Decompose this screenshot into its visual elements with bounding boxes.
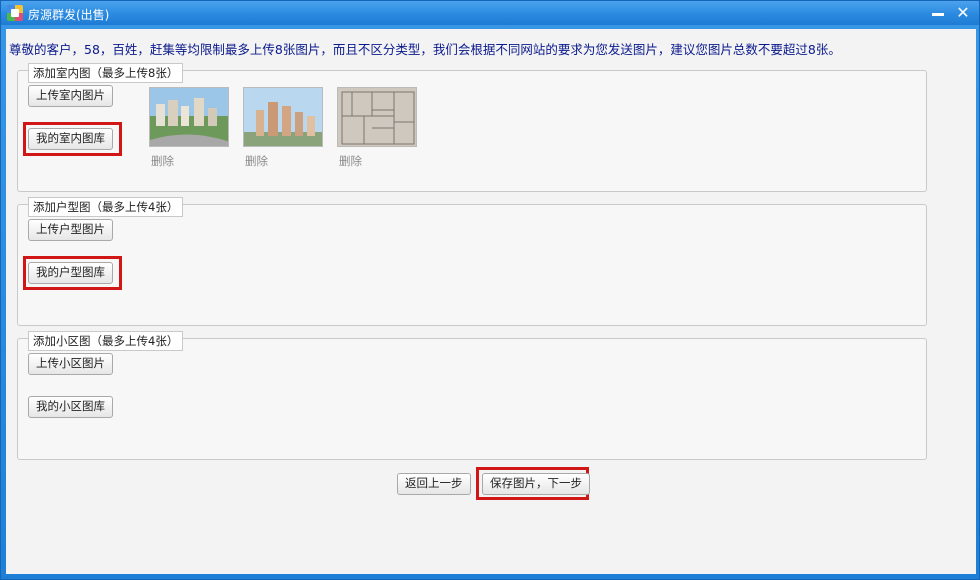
upload-indoor-button[interactable]: 上传室内图片: [28, 85, 113, 107]
window-title: 房源群发(出售): [28, 8, 110, 22]
floorplan-group-legend: 添加户型图（最多上传4张）: [28, 197, 184, 217]
notice-text: 尊敬的客户，58，百姓，赶集等均限制最多上传8张图片，而且不区分类型，我们会根据…: [9, 42, 841, 57]
upload-floorplan-button[interactable]: 上传户型图片: [28, 219, 113, 241]
indoor-library-button[interactable]: 我的室内图库: [28, 128, 113, 150]
indoor-group-legend: 添加室内图（最多上传8张）: [28, 63, 184, 83]
community-library-button[interactable]: 我的小区图库: [28, 396, 113, 418]
back-button[interactable]: 返回上一步: [397, 473, 471, 495]
minimize-icon[interactable]: [929, 5, 947, 21]
community-photos-group: 添加小区图（最多上传4张） 上传小区图片 我的小区图库: [17, 331, 927, 460]
app-logo-icon: [7, 5, 23, 21]
delete-thumbnail-3-link[interactable]: 删除: [339, 153, 362, 169]
indoor-photos-group: 添加室内图（最多上传8张） 上传室内图片 我的室内图库 删除 删除 删除: [17, 63, 927, 192]
indoor-thumbnail-1[interactable]: [149, 87, 229, 147]
upload-community-button[interactable]: 上传小区图片: [28, 353, 113, 375]
indoor-thumbnail-3[interactable]: [337, 87, 417, 147]
main-content: 尊敬的客户，58，百姓，赶集等均限制最多上传8张图片，而且不区分类型，我们会根据…: [6, 29, 976, 574]
floorplan-photos-group: 添加户型图（最多上传4张） 上传户型图片 我的户型图库: [17, 197, 927, 326]
indoor-thumbnail-2[interactable]: [243, 87, 323, 147]
app-window: 房源群发(出售) ✕ 尊敬的客户，58，百姓，赶集等均限制最多上传8张图片，而且…: [0, 0, 980, 580]
community-group-legend: 添加小区图（最多上传4张）: [28, 331, 184, 351]
close-icon[interactable]: ✕: [953, 3, 973, 23]
title-bar[interactable]: 房源群发(出售) ✕: [1, 1, 979, 25]
floorplan-library-button[interactable]: 我的户型图库: [28, 262, 113, 284]
delete-thumbnail-2-link[interactable]: 删除: [245, 153, 268, 169]
save-next-button[interactable]: 保存图片，下一步: [482, 473, 590, 495]
delete-thumbnail-1-link[interactable]: 删除: [151, 153, 174, 169]
